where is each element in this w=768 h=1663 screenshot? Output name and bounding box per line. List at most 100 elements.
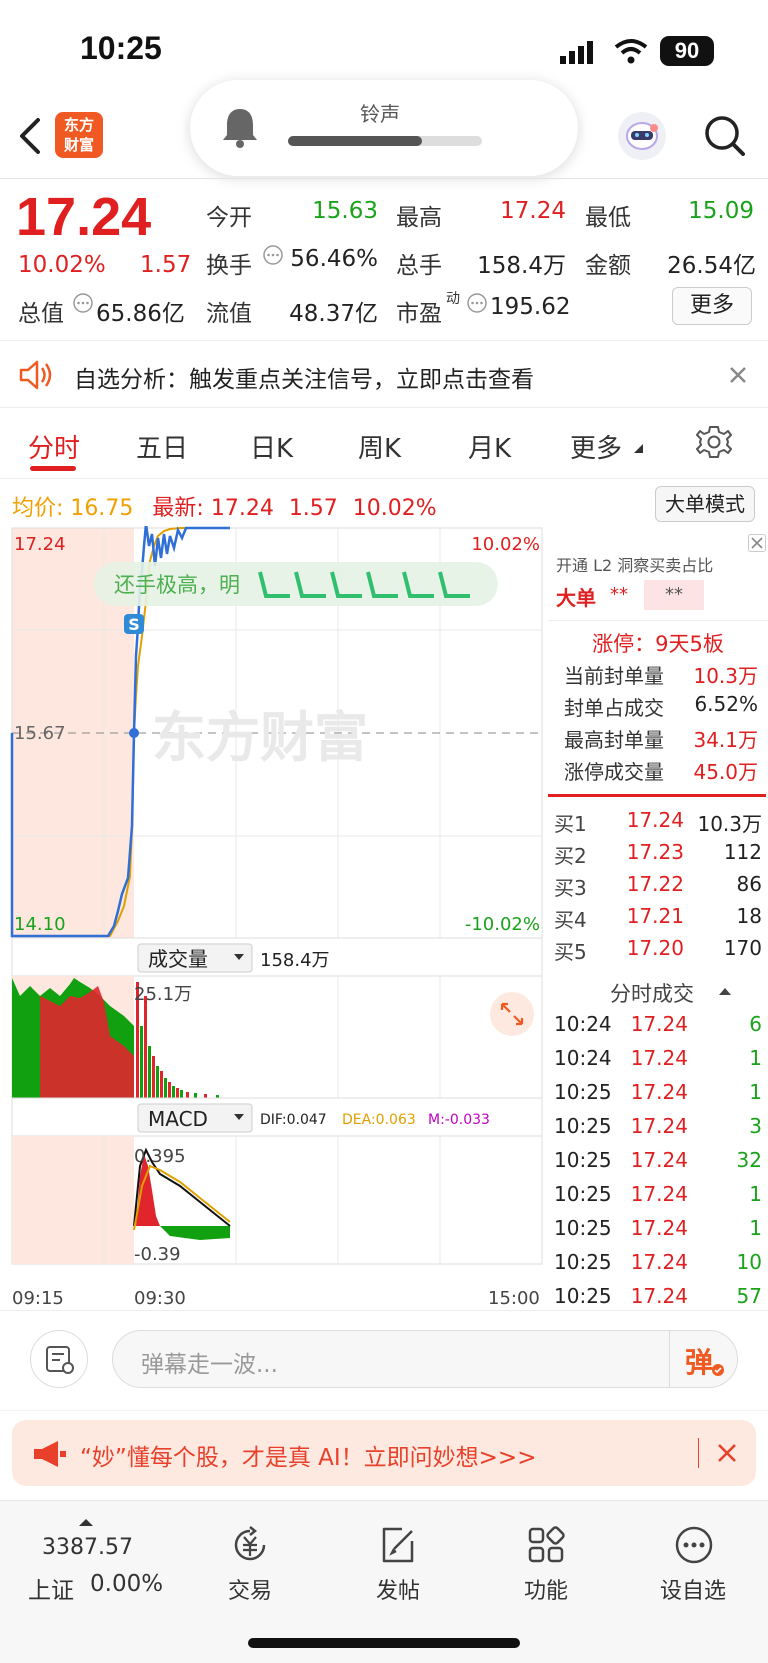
- y-mid-label: 15.67: [14, 723, 66, 744]
- index-value: 3387.57: [42, 1535, 133, 1560]
- ringer-label: 铃声: [360, 102, 400, 126]
- nav-watchlist[interactable]: 设自选: [650, 1515, 740, 1615]
- nav-post[interactable]: 发帖: [358, 1515, 438, 1615]
- index-pct: 0.00%: [90, 1571, 164, 1597]
- gear-icon[interactable]: [696, 424, 732, 460]
- trade-volume: 1: [749, 1046, 762, 1070]
- trades-title: 分时成交: [610, 982, 694, 1006]
- bid-volume: 86: [736, 872, 762, 896]
- latest-pct: 10.02%: [352, 496, 437, 521]
- open-label: 今开: [206, 205, 252, 231]
- close-icon[interactable]: [716, 1442, 738, 1464]
- header-divider: [0, 178, 768, 179]
- trade-price: 17.24: [630, 1182, 688, 1206]
- time-start: 09:15: [12, 1288, 64, 1309]
- l2-promo[interactable]: 开通 L2 洞察买卖占比: [556, 552, 713, 576]
- intraday-chart[interactable]: 东方财富 S 17.24 15.67 14.10 10.02% -10.02% …: [0, 526, 548, 1286]
- ai-promo-text: “妙”懂每个股，才是真 AI！立即问妙想>>>: [80, 1445, 537, 1471]
- pct-bottom-label: -10.02%: [465, 914, 540, 935]
- info-dots-icon[interactable]: [262, 244, 284, 266]
- volume-total: 158.4万: [260, 950, 330, 971]
- price-change-pct: 10.02%: [18, 252, 106, 278]
- open-value: 15.63: [312, 198, 378, 224]
- ai-promo-banner[interactable]: “妙”懂每个股，才是真 AI！立即问妙想>>>: [12, 1420, 756, 1486]
- bid-volume: 112: [723, 840, 762, 864]
- trade-time: 10:25: [554, 1284, 612, 1308]
- bell-icon: [223, 109, 257, 148]
- nav-functions[interactable]: 功能: [506, 1515, 586, 1615]
- big-order-mode-button[interactable]: 大单模式: [655, 486, 755, 522]
- limit-up-stats: 当前封单量 10.3万 封单占成交 6.52% 最高封单量 34.1万 涨停成交…: [548, 660, 768, 788]
- l2-panel[interactable]: 开通 L2 洞察买卖占比 大单 ** **: [548, 530, 768, 620]
- nav-trade[interactable]: 交易: [210, 1515, 290, 1615]
- trade-volume: 1: [749, 1216, 762, 1240]
- trade-price: 17.24: [630, 1216, 688, 1240]
- last-price: 17.24: [16, 187, 152, 247]
- tab-weekly[interactable]: 周K: [358, 428, 401, 465]
- battery-indicator: 90: [660, 36, 714, 66]
- trade-volume: 3: [749, 1114, 762, 1138]
- bid-volume: 10.3万: [697, 812, 762, 836]
- tab-daily[interactable]: 日K: [250, 428, 293, 465]
- y-top-label: 17.24: [14, 534, 66, 555]
- trade-price: 17.24: [630, 1046, 688, 1070]
- expand-button[interactable]: [490, 992, 534, 1036]
- tab-monthly[interactable]: 月K: [468, 428, 511, 465]
- tab-intraday[interactable]: 分时: [28, 428, 80, 465]
- nav-functions-label: 功能: [524, 1579, 569, 1604]
- bid-name: 买3: [554, 876, 587, 900]
- bid-name: 买2: [554, 844, 587, 868]
- danmaku-settings-button[interactable]: [30, 1330, 88, 1388]
- bid-price: 17.23: [626, 840, 684, 864]
- tab-active-indicator: [30, 466, 76, 471]
- alert-banner[interactable]: 自选分析：触发重点关注信号，立即点击查看: [0, 340, 768, 408]
- tab-more[interactable]: 更多: [570, 428, 622, 465]
- more-button[interactable]: 更多: [672, 287, 752, 325]
- stat-value: 45.0万: [693, 760, 758, 784]
- search-icon[interactable]: [703, 114, 747, 158]
- pct-top-label: 10.02%: [471, 534, 540, 555]
- megaphone-icon: [34, 1441, 66, 1467]
- apps-grid-icon: [528, 1526, 565, 1563]
- trade-price: 17.24: [630, 1148, 688, 1172]
- ringer-volume-fill: [288, 136, 422, 146]
- limit-up-divider: [548, 794, 766, 797]
- nav-trade-label: 交易: [228, 1579, 273, 1604]
- info-dots-icon[interactable]: [72, 292, 94, 314]
- wifi-icon: [614, 39, 648, 64]
- price-change: 1.57: [140, 252, 192, 278]
- trade-volume: 10: [736, 1250, 762, 1274]
- amount-value: 26.54亿: [667, 253, 756, 279]
- yuan-exchange-icon: [234, 1526, 266, 1561]
- trade-time: 10:24: [554, 1046, 612, 1070]
- bid-volume: 170: [723, 936, 762, 960]
- close-icon[interactable]: [728, 365, 748, 385]
- info-dots-icon[interactable]: [466, 292, 488, 314]
- trades-list[interactable]: 10:24 17.24 6 10:24 17.24 1 10:25 17.24 …: [548, 1012, 768, 1308]
- mktcap-value: 65.86亿: [96, 301, 185, 327]
- bid-price: 17.20: [626, 936, 684, 960]
- latest-label: 最新:: [152, 496, 204, 521]
- high-value: 17.24: [500, 198, 566, 224]
- assistant-avatar[interactable]: [618, 112, 666, 160]
- trades-header[interactable]: 分时成交: [548, 978, 768, 1008]
- close-icon[interactable]: [748, 534, 766, 552]
- mktcap-label: 总值: [18, 301, 64, 327]
- trade-time: 10:25: [554, 1250, 612, 1274]
- macd-selector-label: MACD: [148, 1107, 208, 1131]
- app-logo: 东方 财富: [55, 112, 103, 158]
- danmaku-send-button[interactable]: 弹: [685, 1341, 713, 1381]
- pe-value: 195.62: [490, 294, 571, 320]
- watermark: 东方财富: [152, 708, 368, 768]
- tab-5day[interactable]: 五日: [136, 428, 188, 465]
- trade-time: 10:24: [554, 1012, 612, 1036]
- signal-marker-label: S: [128, 615, 140, 634]
- trade-time: 10:25: [554, 1114, 612, 1138]
- pe-label: 市盈: [396, 301, 442, 327]
- trade-time: 10:25: [554, 1182, 612, 1206]
- trade-price: 17.24: [630, 1012, 688, 1036]
- back-icon[interactable]: [16, 116, 44, 156]
- danmaku-input[interactable]: 弹幕走一波... 弹: [112, 1330, 738, 1388]
- ringer-volume-bar: [288, 136, 482, 146]
- index-ticker[interactable]: 3387.57 上证 0.00%: [20, 1513, 164, 1604]
